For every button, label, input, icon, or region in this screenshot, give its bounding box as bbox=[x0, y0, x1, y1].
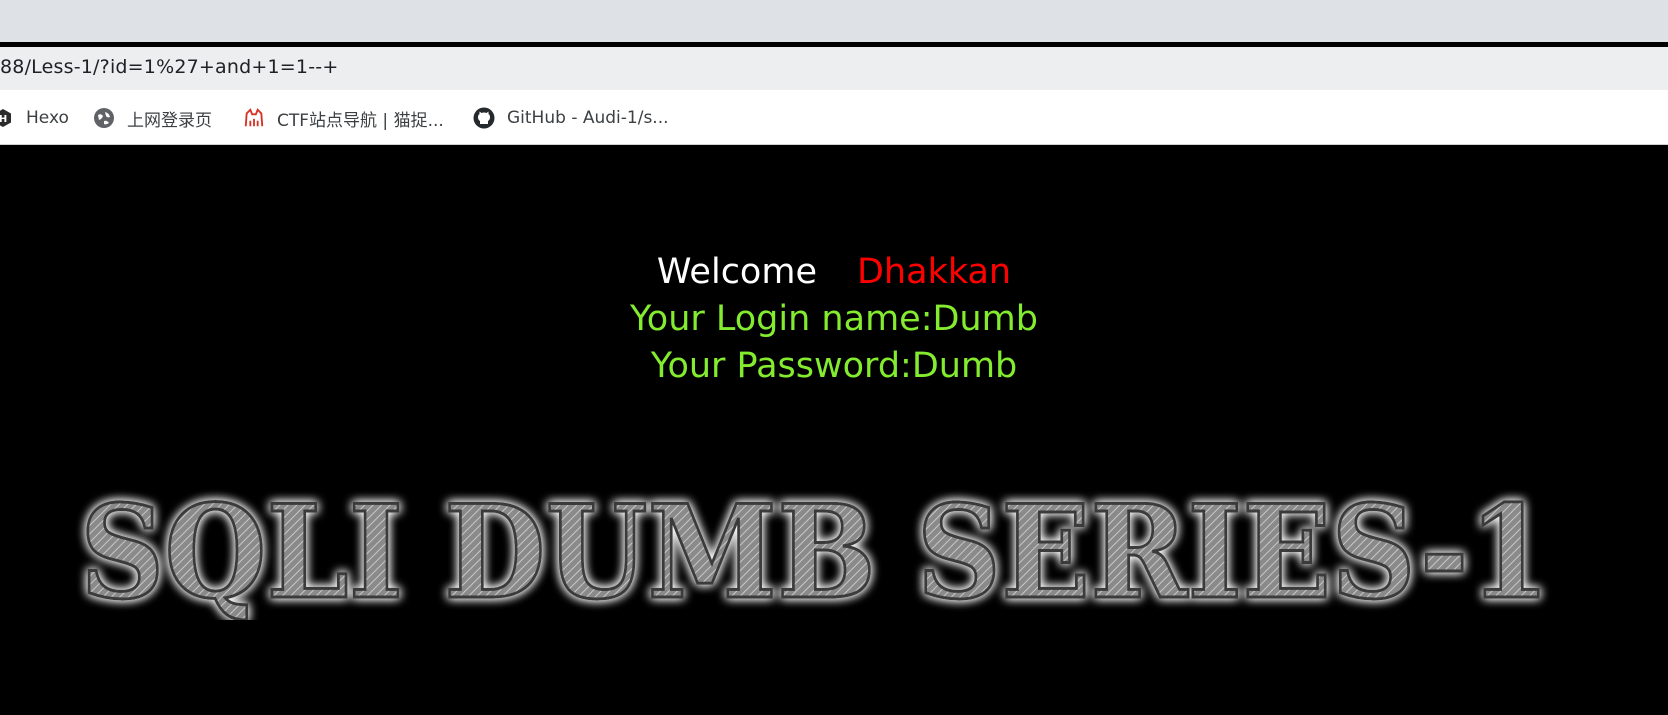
welcome-line: Welcome Dhakkan bbox=[0, 250, 1668, 294]
welcome-text: Welcome bbox=[656, 252, 817, 292]
password-line: Your Password:Dumb bbox=[650, 346, 1018, 386]
bookmark-label: CTF站点导航 | 猫捉... bbox=[277, 110, 444, 131]
address-bar: 88/Less-1/?id=1%27+and+1=1--+ bbox=[0, 47, 1668, 90]
bookmark-label: 上网登录页 bbox=[127, 110, 212, 131]
login-name-line: Your Login name:Dumb bbox=[630, 299, 1038, 339]
bookmark-ctf-nav[interactable]: CTF站点导航 | 猫捉... bbox=[243, 104, 444, 132]
tab-strip bbox=[0, 0, 1668, 42]
hexo-icon: H bbox=[0, 107, 14, 129]
welcome-name: Dhakkan bbox=[856, 252, 1012, 292]
bookmark-hexo[interactable]: H Hexo bbox=[0, 104, 69, 132]
github-icon bbox=[473, 107, 495, 129]
svg-text:H: H bbox=[0, 114, 7, 125]
url-field[interactable]: 88/Less-1/?id=1%27+and+1=1--+ bbox=[0, 47, 1668, 90]
bookmark-github[interactable]: GitHub - Audi-1/s... bbox=[473, 104, 669, 132]
banner-text: SQLI DUMB SERIES-1 bbox=[80, 485, 1550, 620]
sqli-dumb-series-banner: SQLI DUMB SERIES-1 bbox=[79, 485, 1552, 620]
cat-icon bbox=[243, 107, 265, 129]
bookmark-label: GitHub - Audi-1/s... bbox=[507, 108, 669, 128]
globe-icon bbox=[93, 107, 115, 129]
bookmark-label: Hexo bbox=[26, 108, 69, 128]
url-text[interactable]: 88/Less-1/?id=1%27+and+1=1--+ bbox=[0, 56, 338, 78]
page-content: Welcome Dhakkan Your Login name:Dumb Your… bbox=[0, 145, 1668, 715]
bookmark-login-page[interactable]: 上网登录页 bbox=[93, 104, 212, 132]
bookmarks-bar: H Hexo 上网登录页 CTF站点导航 | 猫捉... GitHub - Au… bbox=[0, 90, 1668, 145]
